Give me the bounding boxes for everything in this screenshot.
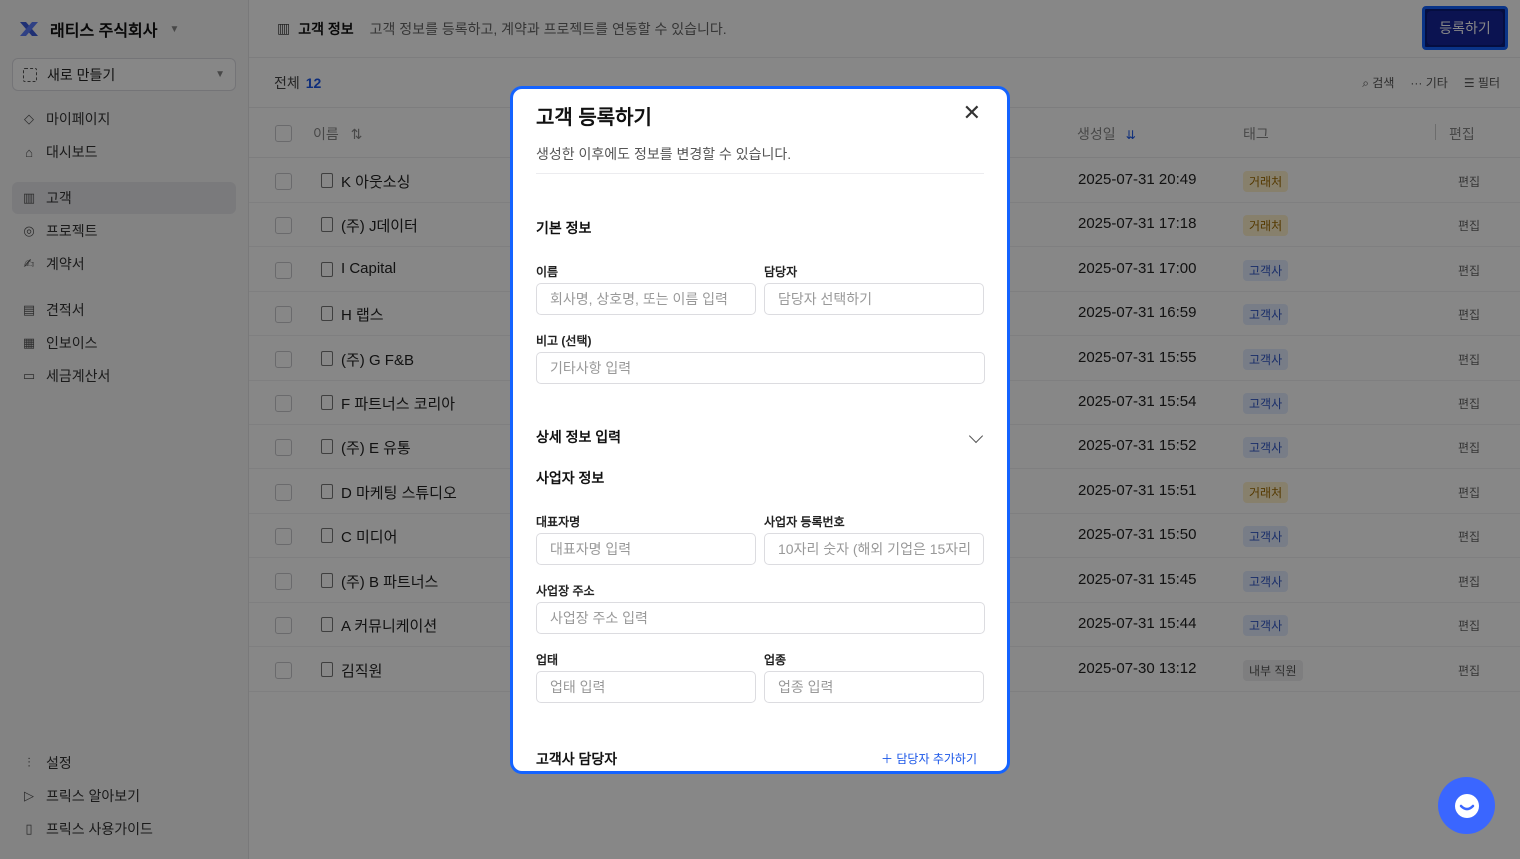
- biz-item-input[interactable]: [764, 671, 984, 703]
- ceo-input[interactable]: [536, 533, 756, 565]
- chevron-down-icon[interactable]: [968, 428, 984, 444]
- biz-type-label: 업태: [536, 653, 559, 667]
- chat-support-button[interactable]: [1438, 777, 1495, 834]
- close-icon[interactable]: ✕: [963, 102, 981, 124]
- brn-label: 사업자 등록번호: [764, 515, 845, 529]
- manager-select[interactable]: [764, 283, 984, 315]
- modal-subtitle: 생성한 이후에도 정보를 변경할 수 있습니다.: [536, 146, 792, 162]
- manager-label: 담당자: [764, 265, 798, 279]
- biz-item-label: 업종: [764, 653, 787, 667]
- divider: [536, 173, 984, 174]
- chat-bubble-icon: [1454, 793, 1479, 818]
- detail-info-toggle[interactable]: 상세 정보 입력: [536, 427, 621, 447]
- contacts-heading: 고객사 담당자: [536, 751, 618, 767]
- business-info-heading: 사업자 정보: [536, 470, 605, 486]
- note-input[interactable]: [536, 352, 985, 384]
- basic-info-heading: 기본 정보: [536, 220, 592, 236]
- address-label: 사업장 주소: [536, 584, 595, 598]
- name-label: 이름: [536, 265, 559, 279]
- note-label: 비고 (선택): [536, 334, 592, 348]
- ceo-label: 대표자명: [536, 515, 581, 529]
- add-contact-label: 담당자 추가하기: [896, 752, 977, 766]
- address-input[interactable]: [536, 602, 985, 634]
- register-customer-modal: 고객 등록하기 ✕ 생성한 이후에도 정보를 변경할 수 있습니다. 기본 정보…: [510, 86, 1010, 774]
- biz-type-input[interactable]: [536, 671, 756, 703]
- name-input[interactable]: [536, 283, 756, 315]
- brn-input[interactable]: [764, 533, 984, 565]
- add-contact-button[interactable]: ＋ 담당자 추가하기: [881, 750, 977, 767]
- modal-title: 고객 등록하기: [536, 107, 652, 129]
- plus-icon: ＋: [881, 752, 894, 766]
